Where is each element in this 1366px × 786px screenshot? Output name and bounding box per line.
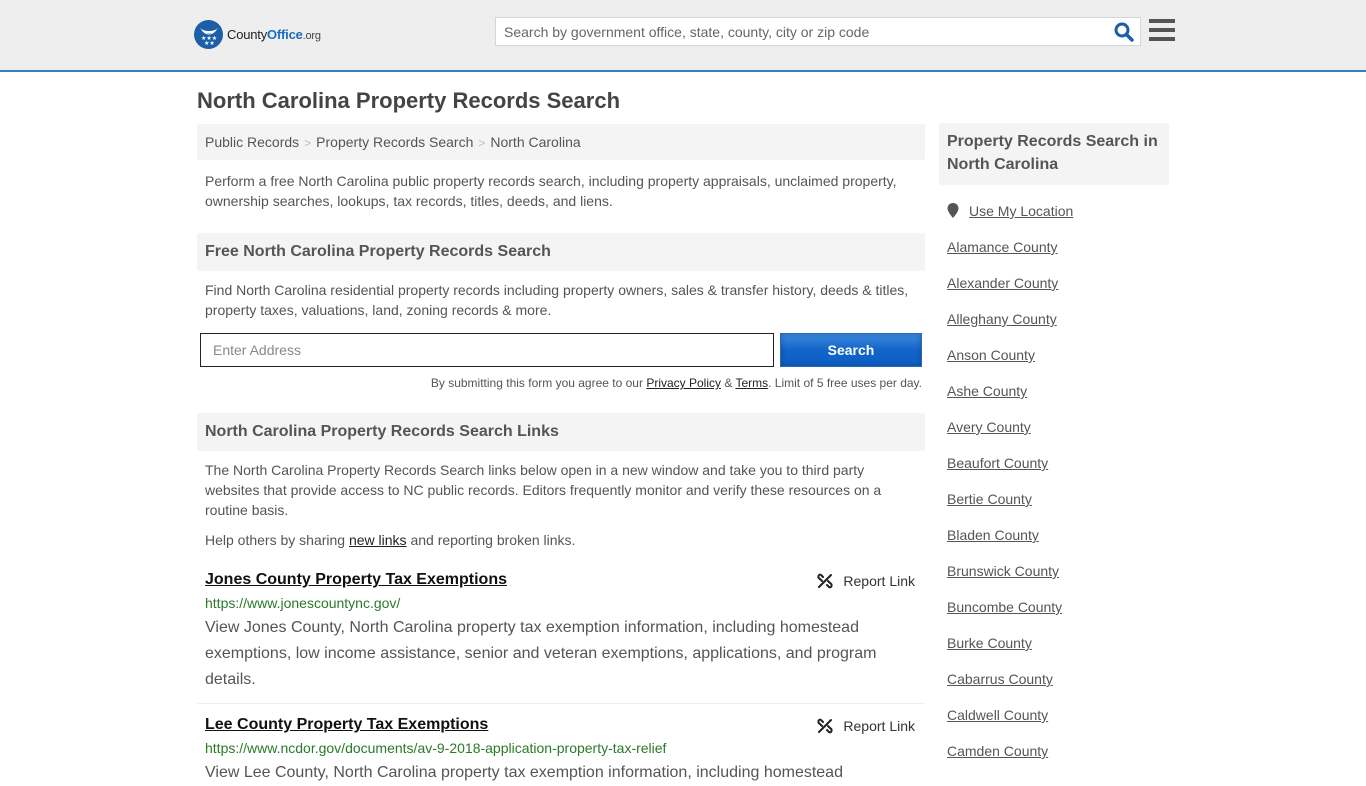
county-link[interactable]: Cabarrus County <box>947 669 1169 689</box>
global-search <box>495 17 1141 46</box>
use-my-location-link[interactable]: Use My Location <box>969 203 1073 219</box>
links-section-heading: North Carolina Property Records Search L… <box>197 413 925 451</box>
breadcrumb-separator: > <box>478 136 486 150</box>
sidebar: Property Records Search in North Carolin… <box>939 123 1169 761</box>
map-pin-icon <box>947 203 959 218</box>
county-link[interactable]: Alleghany County <box>947 309 1169 329</box>
form-disclaimer: By submitting this form you agree to our… <box>430 376 922 390</box>
search-icon[interactable] <box>1114 22 1134 42</box>
svg-text:★★: ★★ <box>204 40 215 45</box>
resource-link-description: View Jones County, North Carolina proper… <box>205 619 877 688</box>
breadcrumb-current: North Carolina <box>490 134 581 150</box>
county-link[interactable]: Caldwell County <box>947 705 1169 725</box>
free-search-heading: Free North Carolina Property Records Sea… <box>197 233 925 271</box>
address-search-button[interactable]: Search <box>780 333 922 367</box>
report-link-button[interactable]: Report Link <box>817 718 915 734</box>
county-link[interactable]: Camden County <box>947 741 1169 761</box>
breadcrumb-separator: > <box>304 136 312 150</box>
county-link[interactable]: Avery County <box>947 417 1169 437</box>
site-header: ★★★ ★★ CountyOffice.org <box>0 0 1366 72</box>
address-search-form: Search <box>197 333 925 367</box>
resource-link-item: Lee County Property Tax Exemptions Repor… <box>197 704 925 786</box>
use-my-location[interactable]: Use My Location <box>947 201 1169 221</box>
broken-link-icon <box>817 573 833 589</box>
sidebar-heading: Property Records Search in North Carolin… <box>939 123 1169 185</box>
new-links-link[interactable]: new links <box>349 532 407 548</box>
county-link[interactable]: Brunswick County <box>947 561 1169 581</box>
hamburger-menu-icon[interactable] <box>1149 19 1175 41</box>
county-link[interactable]: Burke County <box>947 633 1169 653</box>
county-link[interactable]: Anson County <box>947 345 1169 365</box>
page-title: North Carolina Property Records Search <box>197 88 621 113</box>
help-text: Help others by sharing new links and rep… <box>205 532 576 548</box>
county-link[interactable]: Bladen County <box>947 525 1169 545</box>
links-section-description: The North Carolina Property Records Sear… <box>205 462 882 518</box>
resource-link-title[interactable]: Jones County Property Tax Exemptions <box>205 570 507 590</box>
county-link[interactable]: Buncombe County <box>947 597 1169 617</box>
breadcrumb-property-records-search[interactable]: Property Records Search <box>316 134 473 150</box>
county-link[interactable]: Bertie County <box>947 489 1169 509</box>
privacy-policy-link[interactable]: Privacy Policy <box>646 376 721 390</box>
terms-link[interactable]: Terms <box>735 376 768 390</box>
county-list: Use My Location Alamance County Alexande… <box>939 201 1169 761</box>
broken-link-icon <box>817 718 833 734</box>
county-link[interactable]: Alamance County <box>947 237 1169 257</box>
logo-wordmark: CountyOffice.org <box>227 27 321 42</box>
resource-link-description: View Lee County, North Carolina property… <box>205 764 843 781</box>
site-logo[interactable]: ★★★ ★★ CountyOffice.org <box>194 20 321 49</box>
resource-link-item: Jones County Property Tax Exemptions Rep… <box>197 570 925 704</box>
free-search-description: Find North Carolina residential property… <box>205 282 909 318</box>
global-search-input[interactable] <box>496 18 1096 45</box>
county-link[interactable]: Ashe County <box>947 381 1169 401</box>
report-link-button[interactable]: Report Link <box>817 573 915 589</box>
county-link[interactable]: Alexander County <box>947 273 1169 293</box>
resource-link-url: https://www.ncdor.gov/documents/av-9-201… <box>205 740 667 756</box>
address-input[interactable] <box>200 333 774 367</box>
breadcrumb-public-records[interactable]: Public Records <box>205 134 299 150</box>
eagle-logo-icon: ★★★ ★★ <box>194 20 223 49</box>
breadcrumb: Public Records > Property Records Search > N… <box>197 124 925 160</box>
intro-text: Perform a free North Carolina public pro… <box>205 173 897 209</box>
resource-link-title[interactable]: Lee County Property Tax Exemptions <box>205 715 488 735</box>
county-link[interactable]: Beaufort County <box>947 453 1169 473</box>
main-content: Public Records > Property Records Search > N… <box>197 124 925 786</box>
resource-link-url: https://www.jonescountync.gov/ <box>205 595 401 611</box>
